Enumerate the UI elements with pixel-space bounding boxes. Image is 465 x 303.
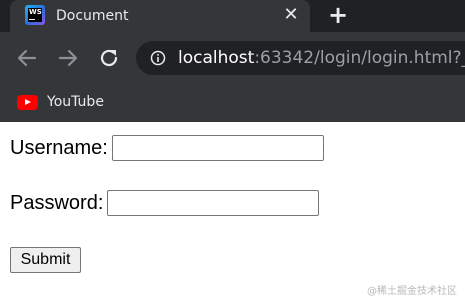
submit-button[interactable]: Submit xyxy=(10,247,81,273)
bookmarks-bar: YouTube xyxy=(0,84,465,122)
bookmark-label: YouTube xyxy=(47,94,104,110)
watermark: @稀土掘金技术社区 xyxy=(367,286,457,297)
username-input[interactable] xyxy=(111,135,324,161)
youtube-icon xyxy=(17,95,38,110)
password-label: Password: xyxy=(10,192,104,214)
toolbar: localhost:63342/login/login.html?_ xyxy=(0,32,465,84)
webstorm-logo-icon: WS xyxy=(25,5,45,25)
tab-strip: WS Document ✕ + xyxy=(0,0,465,32)
username-row: Username: xyxy=(10,135,324,161)
username-label: Username: xyxy=(10,137,108,159)
new-tab-icon[interactable]: + xyxy=(326,3,350,27)
arrow-right-icon[interactable] xyxy=(55,45,81,71)
reload-icon[interactable] xyxy=(96,45,122,71)
info-icon[interactable] xyxy=(150,50,166,66)
password-input[interactable] xyxy=(107,190,320,216)
close-icon[interactable]: ✕ xyxy=(280,4,302,26)
url-rest: :63342/login/login.html?_ xyxy=(254,48,465,68)
tab-document[interactable]: WS Document ✕ xyxy=(10,0,310,32)
url-host: localhost xyxy=(178,48,255,68)
arrow-left-icon[interactable] xyxy=(14,45,40,71)
address-bar[interactable]: localhost:63342/login/login.html?_ xyxy=(136,41,465,75)
browser-chrome: WS Document ✕ + localhost:63342/login/lo… xyxy=(0,0,465,122)
page-content: Username: Password: Submit @稀土掘金技术社区 xyxy=(0,122,465,303)
password-row: Password: xyxy=(10,190,320,216)
url-text[interactable]: localhost:63342/login/login.html?_ xyxy=(178,48,465,68)
tab-title: Document xyxy=(56,8,129,24)
